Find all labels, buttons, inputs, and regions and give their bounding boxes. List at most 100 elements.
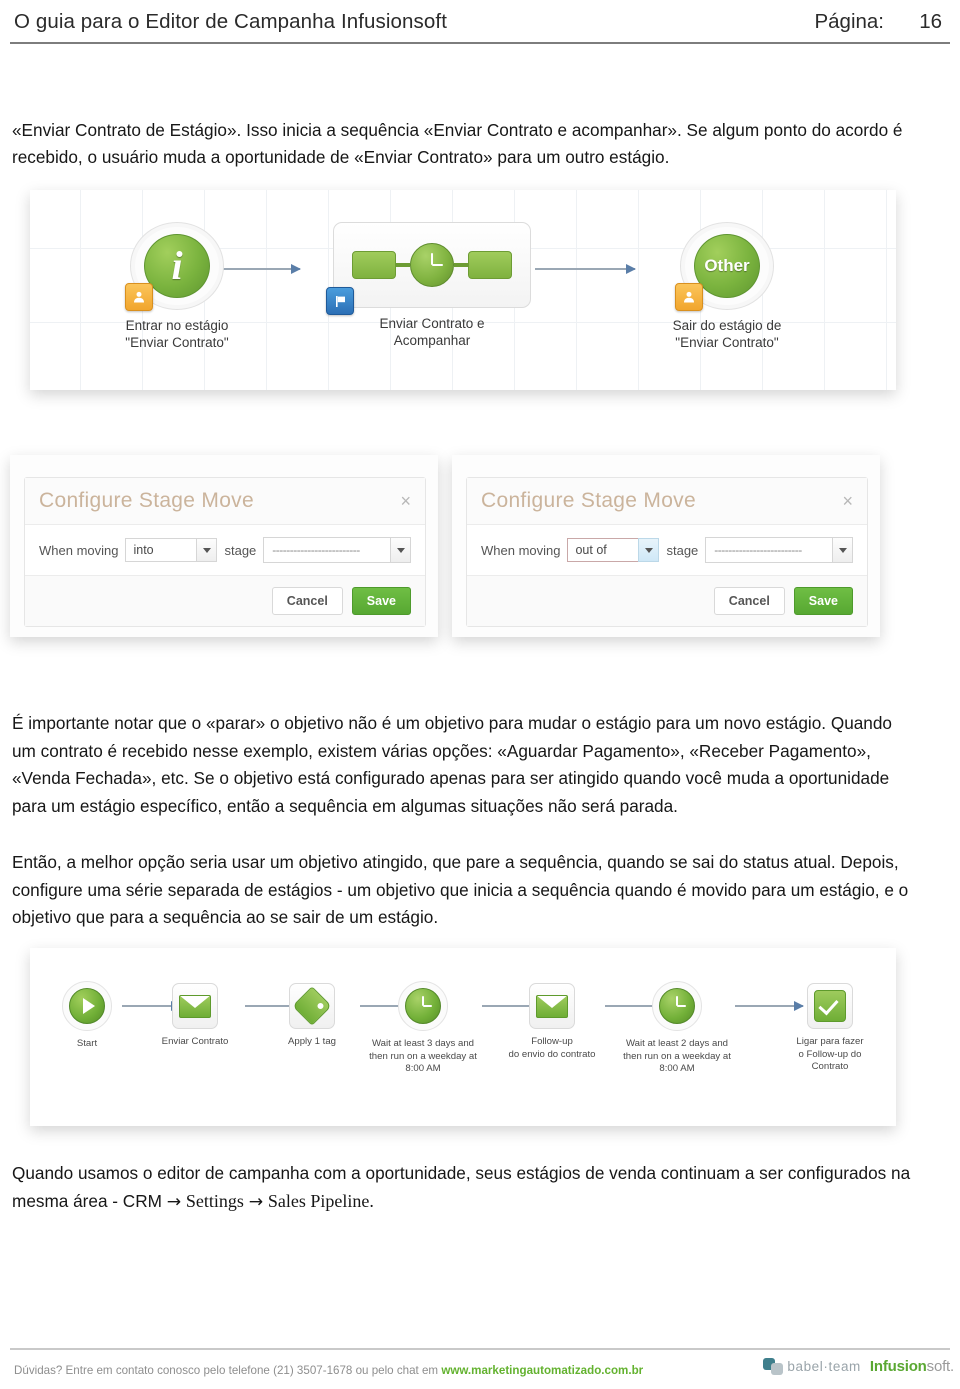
dialog-footer: Cancel Save [467, 576, 867, 626]
crm-settings-term: Settings [185, 1191, 244, 1212]
cancel-button[interactable]: Cancel [271, 586, 343, 616]
configure-stage-move-dialog: Configure Stage Move × When moving out o… [466, 477, 868, 627]
figure-sequence-flow: Start Enviar Contrato Apply 1 tag Wait a… [30, 948, 896, 1126]
babel-team-wordmark: babel·team [787, 1359, 861, 1374]
flag-badge-icon [326, 287, 354, 315]
flow-arrow-2 [535, 264, 636, 274]
clock-icon [652, 981, 702, 1031]
seq-step-follow-up-email[interactable]: Follow-up do envio do contrato [498, 983, 606, 1061]
dialog-header: Configure Stage Move × [25, 478, 425, 525]
footer-contact-lead: Dúvidas? Entre em contato conosco pelo t… [14, 1364, 442, 1377]
sequence-clock-icon [326, 222, 531, 315]
sequence-row [352, 243, 512, 287]
figure-stage-flow: i Entrar no estágio "Enviar Contrato" En… [30, 190, 896, 390]
node-caption: Entrar no estágio "Enviar Contrato" [125, 318, 229, 350]
step-caption: Start [76, 1038, 98, 1049]
sequence-block-right [468, 251, 512, 279]
save-button[interactable]: Save [793, 586, 853, 616]
contact-badge-icon [675, 283, 703, 311]
seq-step-start[interactable]: Start [52, 981, 122, 1051]
step-caption: Apply 1 tag [287, 1036, 336, 1047]
footer-logos: babel·team Infusionsoft. [763, 1358, 954, 1375]
node-send-contract-sequence[interactable]: Enviar Contrato e Acompanhar [322, 222, 542, 349]
chevron-down-icon [638, 538, 660, 562]
step-caption: Wait at least 3 days and then run on a w… [369, 1038, 477, 1074]
infusionsoft-wordmark-bold: Infusion [869, 1358, 927, 1375]
step-caption: Follow-up do envio do contrato [508, 1036, 596, 1060]
sequence-link-left [396, 263, 410, 267]
step-caption: Ligar para fazer o Follow-up do Contrato [796, 1036, 864, 1072]
when-moving-label: When moving [39, 542, 119, 558]
intro-paragraph: «Enviar Contrato de Estágio». Isso inici… [12, 120, 903, 167]
closing-period: . [369, 1191, 374, 1212]
stage-label: stage [224, 542, 257, 558]
chevron-down-icon [832, 537, 853, 563]
clock-icon [410, 243, 454, 287]
step-caption: Wait at least 2 days and then run on a w… [623, 1038, 731, 1074]
page-number: 16 [919, 10, 942, 33]
sequence-link-right [454, 263, 468, 267]
contact-badge-icon [125, 283, 153, 311]
stage-flow-canvas: i Entrar no estágio "Enviar Contrato" En… [30, 190, 896, 390]
node-exit-stage[interactable]: Other Sair do estágio de "Enviar Contrat… [652, 222, 802, 351]
seq-step-call-task[interactable]: Ligar para fazer o Follow-up do Contrato [782, 983, 878, 1074]
goal-circle: Other [694, 234, 760, 298]
body-paragraph-1: É importante notar que o «parar» o objet… [12, 713, 892, 816]
dialog-footer: Cancel Save [25, 576, 425, 626]
node-enter-stage[interactable]: i Entrar no estágio "Enviar Contrato" [102, 222, 252, 351]
email-icon [172, 983, 218, 1029]
figure-dialog-out-of: Configure Stage Move × When moving out o… [452, 455, 880, 637]
email-icon [529, 983, 575, 1029]
babel-mark-icon [763, 1358, 784, 1375]
header-divider [10, 42, 950, 44]
footer-contact-text: Dúvidas? Entre em contato conosco pelo t… [14, 1364, 643, 1377]
page-label: Página: [814, 10, 884, 33]
footer-url-link[interactable]: www.marketingautomatizado.com.br [441, 1364, 643, 1377]
stage-label: stage [666, 542, 699, 558]
configure-stage-move-dialog: Configure Stage Move × When moving into … [24, 477, 426, 627]
stage-select-value: ------------------------- [263, 537, 390, 563]
figure-dialog-into: Configure Stage Move × When moving into … [10, 455, 438, 637]
chevron-down-icon [390, 537, 411, 563]
direction-select[interactable]: out of [567, 538, 660, 562]
body-paragraph-2: Então, a melhor opção seria usar um obje… [12, 852, 909, 928]
save-button[interactable]: Save [351, 586, 411, 616]
dialog-body: When moving out of stage ---------------… [467, 525, 867, 576]
info-goal-icon: i [125, 222, 224, 311]
node-caption: Sair do estágio de "Enviar Contrato" [672, 318, 782, 350]
dialog-header: Configure Stage Move × [467, 478, 867, 525]
goal-circle: i [144, 234, 210, 298]
document-title: O guia para o Editor de Campanha Infusio… [14, 10, 447, 33]
header-page-indicator: Página: 16 [814, 10, 950, 34]
seq-step-wait-3-days[interactable]: Wait at least 3 days and then run on a w… [364, 981, 482, 1076]
cancel-button[interactable]: Cancel [713, 586, 785, 616]
sales-pipeline-term: Sales Pipeline [267, 1191, 370, 1212]
close-icon[interactable]: × [400, 492, 411, 510]
check-icon [807, 983, 853, 1029]
seq-step-apply-tag[interactable]: Apply 1 tag [268, 983, 356, 1049]
stage-select[interactable]: ------------------------- [263, 537, 411, 563]
dialog-title: Configure Stage Move [39, 489, 254, 512]
node-caption: Enviar Contrato e Acompanhar [379, 316, 485, 348]
play-icon [62, 981, 112, 1031]
sequence-block-left [352, 251, 396, 279]
other-glyph: Other [704, 256, 750, 275]
dialog-title: Configure Stage Move [481, 489, 696, 512]
seq-step-wait-2-days[interactable]: Wait at least 2 days and then run on a w… [618, 981, 736, 1076]
dialog-body: When moving into stage -----------------… [25, 525, 425, 576]
chevron-down-icon [196, 538, 218, 562]
page-header: O guia para o Editor de Campanha Infusio… [0, 0, 960, 44]
seq-step-send-contract[interactable]: Enviar Contrato [148, 983, 242, 1049]
stage-select[interactable]: ------------------------- [705, 537, 853, 563]
tag-icon [289, 983, 335, 1029]
direction-select[interactable]: into [125, 538, 218, 562]
closing-lead-text: Quando usamos o editor de campanha com a… [12, 1163, 911, 1212]
when-moving-label: When moving [481, 542, 561, 558]
stage-select-value: ------------------------- [705, 537, 832, 563]
close-icon[interactable]: × [842, 492, 853, 510]
footer-divider [10, 1348, 950, 1350]
other-goal-icon: Other [675, 222, 774, 311]
arrow-glyph-2: → [248, 1192, 264, 1213]
infusionsoft-wordmark-light: soft. [926, 1358, 955, 1375]
infusionsoft-logo: Infusionsoft. [870, 1358, 954, 1375]
